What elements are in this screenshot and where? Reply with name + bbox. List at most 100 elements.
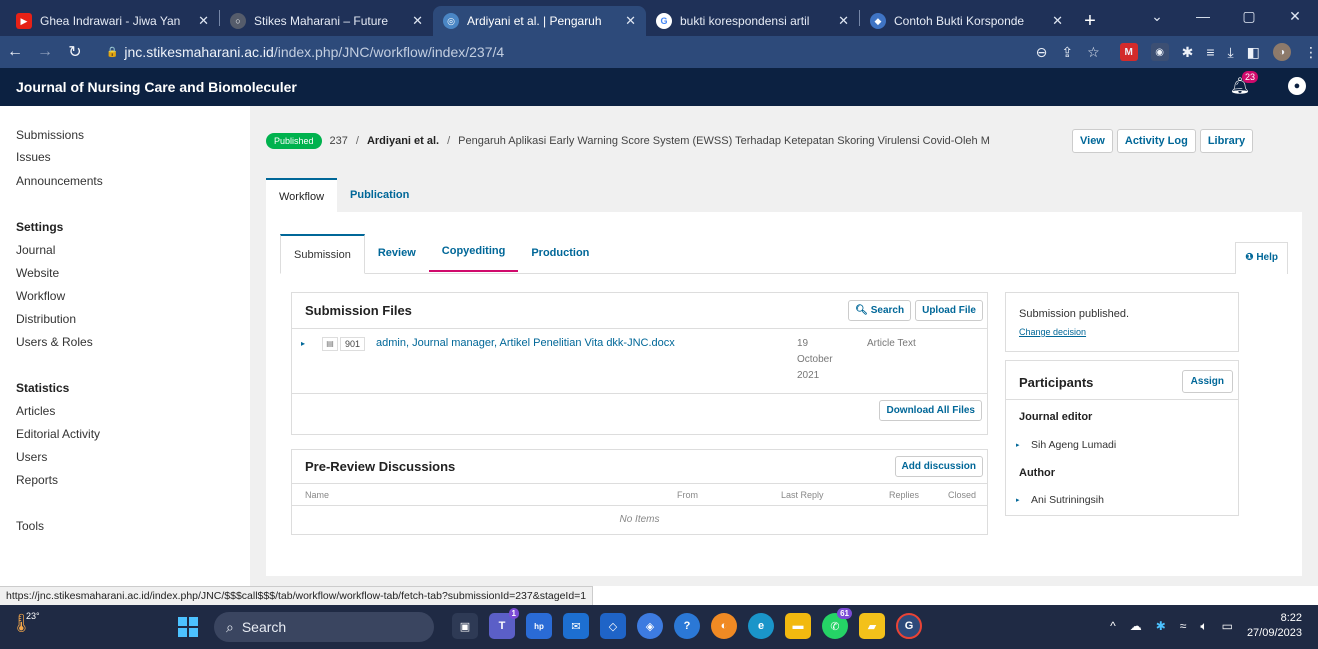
tab-workflow[interactable]: Workflow bbox=[266, 178, 338, 212]
browser-tab[interactable]: ▶ Ghea Indrawari - Jiwa Yan ✕ bbox=[6, 6, 219, 36]
tab-copyediting[interactable]: Copyediting bbox=[428, 234, 519, 272]
google-icon: G bbox=[656, 13, 672, 29]
clock-time: 8:22 bbox=[1280, 612, 1302, 624]
grid-header: Submission Files 🔍︎ Search Upload File bbox=[292, 293, 987, 329]
onedrive-icon[interactable]: ☁ bbox=[1130, 619, 1142, 633]
expand-icon[interactable]: ▸ bbox=[1016, 441, 1020, 449]
taskbar-search[interactable]: ⌕ Search bbox=[214, 612, 434, 642]
battery-icon[interactable]: ▭ bbox=[1222, 619, 1233, 633]
sidebar-item-workflow[interactable]: Workflow bbox=[16, 289, 65, 303]
forward-icon[interactable]: → bbox=[30, 43, 60, 61]
assign-button[interactable]: Assign bbox=[1181, 370, 1233, 393]
hp-icon[interactable]: hp bbox=[526, 613, 552, 639]
sidebar-item-distribution[interactable]: Distribution bbox=[16, 312, 76, 326]
change-decision-link[interactable]: Change decision bbox=[1019, 327, 1086, 337]
firefox-icon[interactable]: ◐ bbox=[711, 613, 737, 639]
file-id: 901 bbox=[340, 337, 366, 351]
view-button[interactable]: View bbox=[1072, 129, 1113, 153]
clock[interactable]: 8:22 27/09/2023 bbox=[1247, 611, 1302, 641]
teams-icon[interactable]: T1 bbox=[489, 608, 519, 639]
menu-icon[interactable]: ⋮ bbox=[1304, 44, 1318, 61]
upload-file-button[interactable]: Upload File bbox=[915, 300, 983, 321]
wifi-icon[interactable]: ≈ bbox=[1180, 619, 1187, 633]
minimize-icon[interactable]: — bbox=[1180, 8, 1226, 24]
sidebar-item-submissions[interactable]: Submissions bbox=[16, 128, 84, 142]
search-icon: ⌕ bbox=[226, 618, 234, 635]
share-icon[interactable]: ⇪ bbox=[1061, 44, 1073, 61]
folder-icon[interactable]: ▬ bbox=[785, 613, 811, 639]
chrome-icon[interactable]: G bbox=[896, 613, 922, 639]
search-button[interactable]: 🔍︎ Search bbox=[848, 300, 912, 321]
tab-submission[interactable]: Submission bbox=[280, 234, 365, 274]
extension-icon[interactable]: M bbox=[1119, 43, 1138, 61]
chevron-down-icon[interactable]: ⌄ bbox=[1134, 8, 1180, 25]
sidebar-item-users-roles[interactable]: Users & Roles bbox=[16, 335, 93, 349]
sidebar-item-journal[interactable]: Journal bbox=[16, 243, 55, 257]
help-button[interactable]: ❶ Help bbox=[1235, 242, 1288, 274]
cortana-icon[interactable]: ◈ bbox=[637, 613, 663, 639]
sidebar-heading-settings: Settings bbox=[16, 220, 64, 234]
submission-author: Ardiyani et al. bbox=[366, 135, 440, 147]
sidebar-item-articles[interactable]: Articles bbox=[16, 404, 55, 418]
task-view-icon[interactable]: ▣ bbox=[452, 613, 478, 639]
close-window-icon[interactable]: ✕ bbox=[1272, 8, 1318, 25]
sidebar-item-tools[interactable]: Tools bbox=[16, 519, 44, 533]
whatsapp-icon[interactable]: ✆ 61 bbox=[822, 608, 852, 639]
browser-tab[interactable]: G bukti korespondensi artil ✕ bbox=[646, 6, 859, 36]
download-icon[interactable]: ⤓ bbox=[1228, 44, 1234, 61]
mail-icon[interactable]: ✉ bbox=[563, 613, 589, 639]
add-discussion-button[interactable]: Add discussion bbox=[894, 456, 983, 477]
sidebar-item-issues[interactable]: Issues bbox=[16, 150, 51, 164]
download-all-files-button[interactable]: Download All Files bbox=[879, 400, 982, 421]
sidebar-item-announcements[interactable]: Announcements bbox=[16, 174, 103, 188]
close-icon[interactable]: ✕ bbox=[198, 13, 209, 29]
browser-tab-active[interactable]: ◎ Ardiyani et al. | Pengaruh ✕ bbox=[433, 6, 646, 36]
camera-extension-icon[interactable]: ◉ bbox=[1150, 43, 1169, 61]
column-header-name: Name bbox=[305, 490, 330, 500]
back-icon[interactable]: ← bbox=[0, 43, 30, 61]
close-icon[interactable]: ✕ bbox=[412, 13, 423, 29]
reload-icon[interactable]: ↻ bbox=[60, 42, 90, 62]
tab-publication[interactable]: Publication bbox=[337, 178, 422, 212]
tab-review[interactable]: Review bbox=[365, 234, 429, 273]
youtube-icon: ▶ bbox=[16, 13, 32, 29]
sidebar-item-users[interactable]: Users bbox=[16, 450, 47, 464]
weather-widget[interactable]: 🌡︎ 23° bbox=[10, 611, 40, 634]
expand-icon[interactable]: ▸ bbox=[1016, 496, 1020, 504]
library-button[interactable]: Library bbox=[1199, 129, 1254, 153]
restore-icon[interactable]: ▢ bbox=[1226, 8, 1272, 25]
user-icon[interactable]: ● bbox=[1288, 77, 1306, 95]
close-icon[interactable]: ✕ bbox=[838, 13, 849, 29]
sidebar-item-website[interactable]: Website bbox=[16, 266, 59, 280]
browser-tab[interactable]: ◆ Contoh Bukti Korsponde ✕ bbox=[860, 6, 1073, 36]
close-icon[interactable]: ✕ bbox=[1052, 13, 1063, 29]
profile-avatar[interactable]: ◑ bbox=[1272, 43, 1291, 61]
address-bar[interactable]: 🔒 jnc.stikesmaharani.ac.id /index.php/JN… bbox=[96, 38, 986, 66]
close-icon[interactable]: ✕ bbox=[625, 13, 636, 29]
chevron-up-icon[interactable]: ^ bbox=[1110, 619, 1116, 633]
reading-list-icon[interactable]: ≡ bbox=[1206, 44, 1214, 60]
file-link[interactable]: admin, Journal manager, Artikel Peneliti… bbox=[376, 337, 675, 349]
taskbar: 🌡︎ 23° ⌕ Search ▣ T1 hp ✉ ◇ ◈ ? ◐ e ▬ ✆ 6… bbox=[0, 605, 1318, 649]
participant-name[interactable]: Ani Sutriningsih bbox=[1031, 494, 1104, 506]
bluetooth-icon[interactable]: ✱ bbox=[1156, 619, 1166, 633]
site-title[interactable]: Journal of Nursing Care and Biomoleculer bbox=[16, 79, 297, 95]
start-button-icon[interactable] bbox=[178, 617, 198, 637]
tab-production[interactable]: Production bbox=[518, 234, 602, 273]
sidepanel-icon[interactable]: ◧ bbox=[1247, 44, 1260, 61]
edge-icon[interactable]: e bbox=[748, 613, 774, 639]
sticky-notes-icon[interactable]: ▰ bbox=[859, 613, 885, 639]
expand-icon[interactable]: ▸ bbox=[301, 339, 305, 348]
help-icon[interactable]: ? bbox=[674, 613, 700, 639]
new-tab-button[interactable]: + bbox=[1073, 6, 1107, 36]
sidebar-item-editorial-activity[interactable]: Editorial Activity bbox=[16, 427, 100, 441]
bookmark-star-icon[interactable]: ☆ bbox=[1087, 44, 1100, 61]
dropbox-icon[interactable]: ◇ bbox=[600, 613, 626, 639]
participant-name[interactable]: Sih Ageng Lumadi bbox=[1031, 439, 1116, 451]
sidebar-item-reports[interactable]: Reports bbox=[16, 473, 58, 487]
zoom-icon[interactable]: ⊖ bbox=[1036, 44, 1048, 61]
activity-log-button[interactable]: Activity Log bbox=[1116, 129, 1196, 153]
puzzle-icon[interactable]: ✱ bbox=[1182, 44, 1194, 61]
volume-icon[interactable]: 🔈︎ bbox=[1200, 619, 1207, 634]
browser-tab[interactable]: ○ Stikes Maharani – Future ✕ bbox=[220, 6, 433, 36]
